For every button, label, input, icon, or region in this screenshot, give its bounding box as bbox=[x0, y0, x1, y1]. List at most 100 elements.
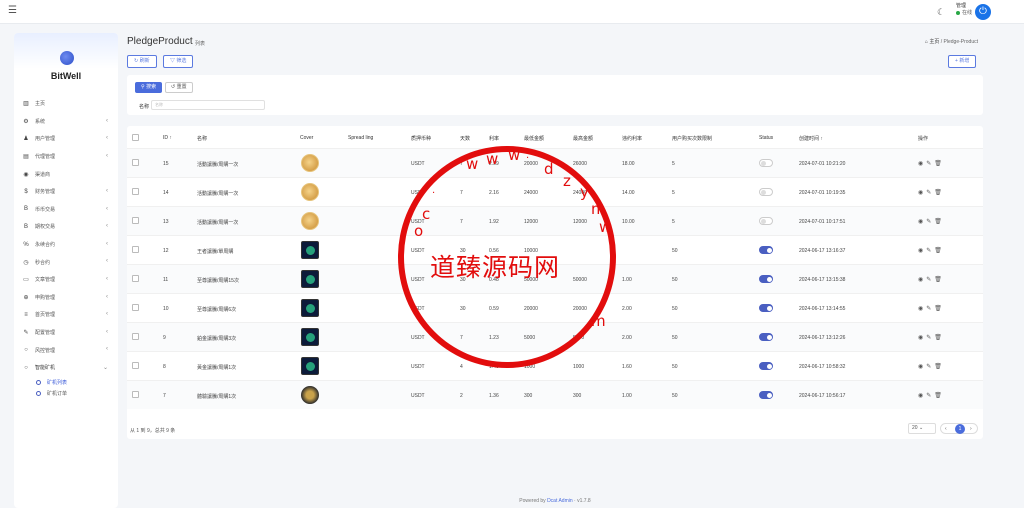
trash-icon[interactable]: 🗑 bbox=[934, 161, 945, 167]
sidebar-item[interactable]: ♟ 用户管理 ‹ bbox=[14, 130, 118, 148]
view-icon[interactable]: ◉ bbox=[918, 364, 926, 370]
trash-icon[interactable]: 🗑 bbox=[934, 219, 945, 225]
cell-name: 至尊讓騰/周購15次 bbox=[197, 278, 239, 284]
view-icon[interactable]: ◉ bbox=[918, 161, 926, 167]
row-actions: ◉✎🗑 bbox=[918, 334, 945, 341]
sidebar-item-label: 期权交易 bbox=[35, 224, 56, 231]
sidebar-item[interactable]: ◷ 秒合约 ‹ bbox=[14, 253, 118, 271]
name-input[interactable]: 名称 bbox=[151, 100, 265, 110]
trash-icon[interactable]: 🗑 bbox=[934, 364, 945, 370]
sidebar-item[interactable]: ○ 智能矿机 ⌄ bbox=[14, 359, 118, 377]
sidebar-item[interactable]: ○ 风控管理 ‹ bbox=[14, 341, 118, 359]
sidebar-item[interactable]: ⊕ 申购管理 ‹ bbox=[14, 289, 118, 307]
col-penalty: 违约利率 bbox=[622, 136, 643, 142]
select-all-checkbox[interactable] bbox=[132, 134, 139, 141]
filter-button[interactable]: ▽ 筛选 bbox=[163, 55, 194, 68]
per-page-select[interactable]: 20 ⌄ bbox=[908, 423, 936, 434]
prev-page-icon[interactable]: ‹ bbox=[945, 426, 947, 432]
breadcrumb-home[interactable]: ⌂ 主页 bbox=[925, 39, 939, 45]
status-toggle[interactable] bbox=[759, 188, 773, 196]
watermark-char: y bbox=[580, 183, 589, 201]
brand-logo bbox=[60, 51, 74, 65]
row-checkbox[interactable] bbox=[132, 217, 139, 224]
search-button[interactable]: ⚲ 搜索 bbox=[135, 82, 163, 93]
row-checkbox[interactable] bbox=[132, 362, 139, 369]
cell-penalty: 10.00 bbox=[622, 219, 635, 225]
sidebar-subitem-label: 矿机订单 bbox=[47, 390, 68, 397]
sidebar-item[interactable]: ⚙ 系统 ‹ bbox=[14, 113, 118, 131]
status-toggle[interactable] bbox=[759, 275, 773, 283]
trash-icon[interactable]: 🗑 bbox=[934, 248, 945, 254]
row-checkbox[interactable] bbox=[132, 188, 139, 195]
status-toggle[interactable] bbox=[759, 391, 773, 399]
view-icon[interactable]: ◉ bbox=[918, 393, 926, 399]
trash-icon[interactable]: 🗑 bbox=[934, 335, 945, 341]
online-dot bbox=[956, 10, 960, 15]
chart-icon: ▥ bbox=[23, 101, 29, 108]
footer-brand-link[interactable]: Dcat Admin bbox=[547, 498, 573, 504]
trash-icon[interactable]: 🗑 bbox=[934, 190, 945, 196]
view-icon[interactable]: ◉ bbox=[918, 306, 926, 312]
cell-created: 2024-06-17 13:12:26 bbox=[799, 335, 846, 341]
col-created[interactable]: 创建时间 ↑ bbox=[799, 135, 823, 142]
status-toggle[interactable] bbox=[759, 159, 773, 167]
row-checkbox[interactable] bbox=[132, 246, 139, 253]
status-toggle[interactable] bbox=[759, 304, 773, 312]
page-subtitle: 列表 bbox=[195, 41, 206, 47]
watermark-char: . bbox=[526, 150, 530, 161]
status-toggle[interactable] bbox=[759, 217, 773, 225]
refresh-button[interactable]: ↻ 刷新 bbox=[127, 55, 157, 68]
circle-icon: ○ bbox=[24, 347, 28, 354]
moon-icon[interactable]: ☾ bbox=[937, 7, 945, 18]
sidebar-item[interactable]: ✎ 配置管理 ‹ bbox=[14, 324, 118, 342]
sidebar-subitem[interactable]: 矿机订单 bbox=[14, 388, 118, 399]
sidebar-item[interactable]: B 币币交易 ‹ bbox=[14, 201, 118, 219]
pagination-info: 从 1 到 9，总共 9 条 bbox=[130, 428, 176, 434]
sidebar-item[interactable]: % 永续合约 ‹ bbox=[14, 236, 118, 254]
view-icon[interactable]: ◉ bbox=[918, 335, 926, 341]
power-icon[interactable]: ⏻ bbox=[975, 4, 991, 20]
sidebar-item[interactable]: ≡ 首页管理 ‹ bbox=[14, 306, 118, 324]
cell-days: 4 bbox=[460, 364, 463, 370]
col-days: 天数 bbox=[460, 136, 471, 142]
sidebar-item[interactable]: ▭ 文章管理 ‹ bbox=[14, 271, 118, 289]
next-page-icon[interactable]: › bbox=[970, 426, 972, 432]
bitcoin-icon: B bbox=[23, 223, 28, 230]
row-checkbox[interactable] bbox=[132, 159, 139, 166]
trash-icon[interactable]: 🗑 bbox=[934, 277, 945, 283]
cell-created: 2024-07-01 10:17:51 bbox=[799, 219, 846, 225]
add-button[interactable]: + 新增 bbox=[948, 55, 977, 68]
sidebar-item[interactable]: B 期权交易 ‹ bbox=[14, 218, 118, 236]
cell-id: 10 bbox=[163, 306, 169, 312]
view-icon[interactable]: ◉ bbox=[918, 248, 926, 254]
row-checkbox[interactable] bbox=[132, 275, 139, 282]
sidebar-item-label: 主页 bbox=[35, 101, 46, 108]
col-status: Status bbox=[759, 135, 774, 141]
chevron-icon: ‹ bbox=[106, 275, 108, 282]
row-checkbox[interactable] bbox=[132, 391, 139, 398]
cell-name: 活動讓騰/周購一次 bbox=[197, 191, 239, 197]
cover-image bbox=[301, 357, 319, 375]
menu-toggle-icon[interactable]: ☰ bbox=[8, 6, 18, 16]
view-icon[interactable]: ◉ bbox=[918, 277, 926, 283]
chevron-icon: ‹ bbox=[106, 328, 108, 335]
trash-icon[interactable]: 🗑 bbox=[934, 306, 945, 312]
view-icon[interactable]: ◉ bbox=[918, 219, 926, 225]
status-toggle[interactable] bbox=[759, 246, 773, 254]
trash-icon[interactable]: 🗑 bbox=[934, 393, 945, 399]
sidebar-item[interactable]: ◉ 渠道商 bbox=[14, 165, 118, 183]
sidebar-item[interactable]: $ 财务管理 ‹ bbox=[14, 183, 118, 201]
sidebar-subitem[interactable]: 矿机列表 bbox=[14, 377, 118, 388]
sidebar-item[interactable]: ▥ 主页 bbox=[14, 95, 118, 113]
user-menu[interactable]: 管理 在线 bbox=[956, 3, 972, 17]
sidebar-nav: ▥ 主页 ⚙ 系统 ‹ ♟ 用户管理 ‹ ▤ 代理管理 ‹ ◉ 渠道商 $ 财务管理 ‹ B 币币交易 ‹ B 期权交易… bbox=[14, 95, 118, 399]
status-toggle[interactable] bbox=[759, 333, 773, 341]
row-checkbox[interactable] bbox=[132, 304, 139, 311]
row-checkbox[interactable] bbox=[132, 333, 139, 340]
view-icon[interactable]: ◉ bbox=[918, 190, 926, 196]
current-page[interactable]: 1 bbox=[955, 424, 965, 434]
status-toggle[interactable] bbox=[759, 362, 773, 370]
col-id[interactable]: ID ↑ bbox=[163, 135, 172, 141]
sidebar-item[interactable]: ▤ 代理管理 ‹ bbox=[14, 148, 118, 166]
reset-button[interactable]: ↺ 重置 bbox=[165, 82, 193, 93]
